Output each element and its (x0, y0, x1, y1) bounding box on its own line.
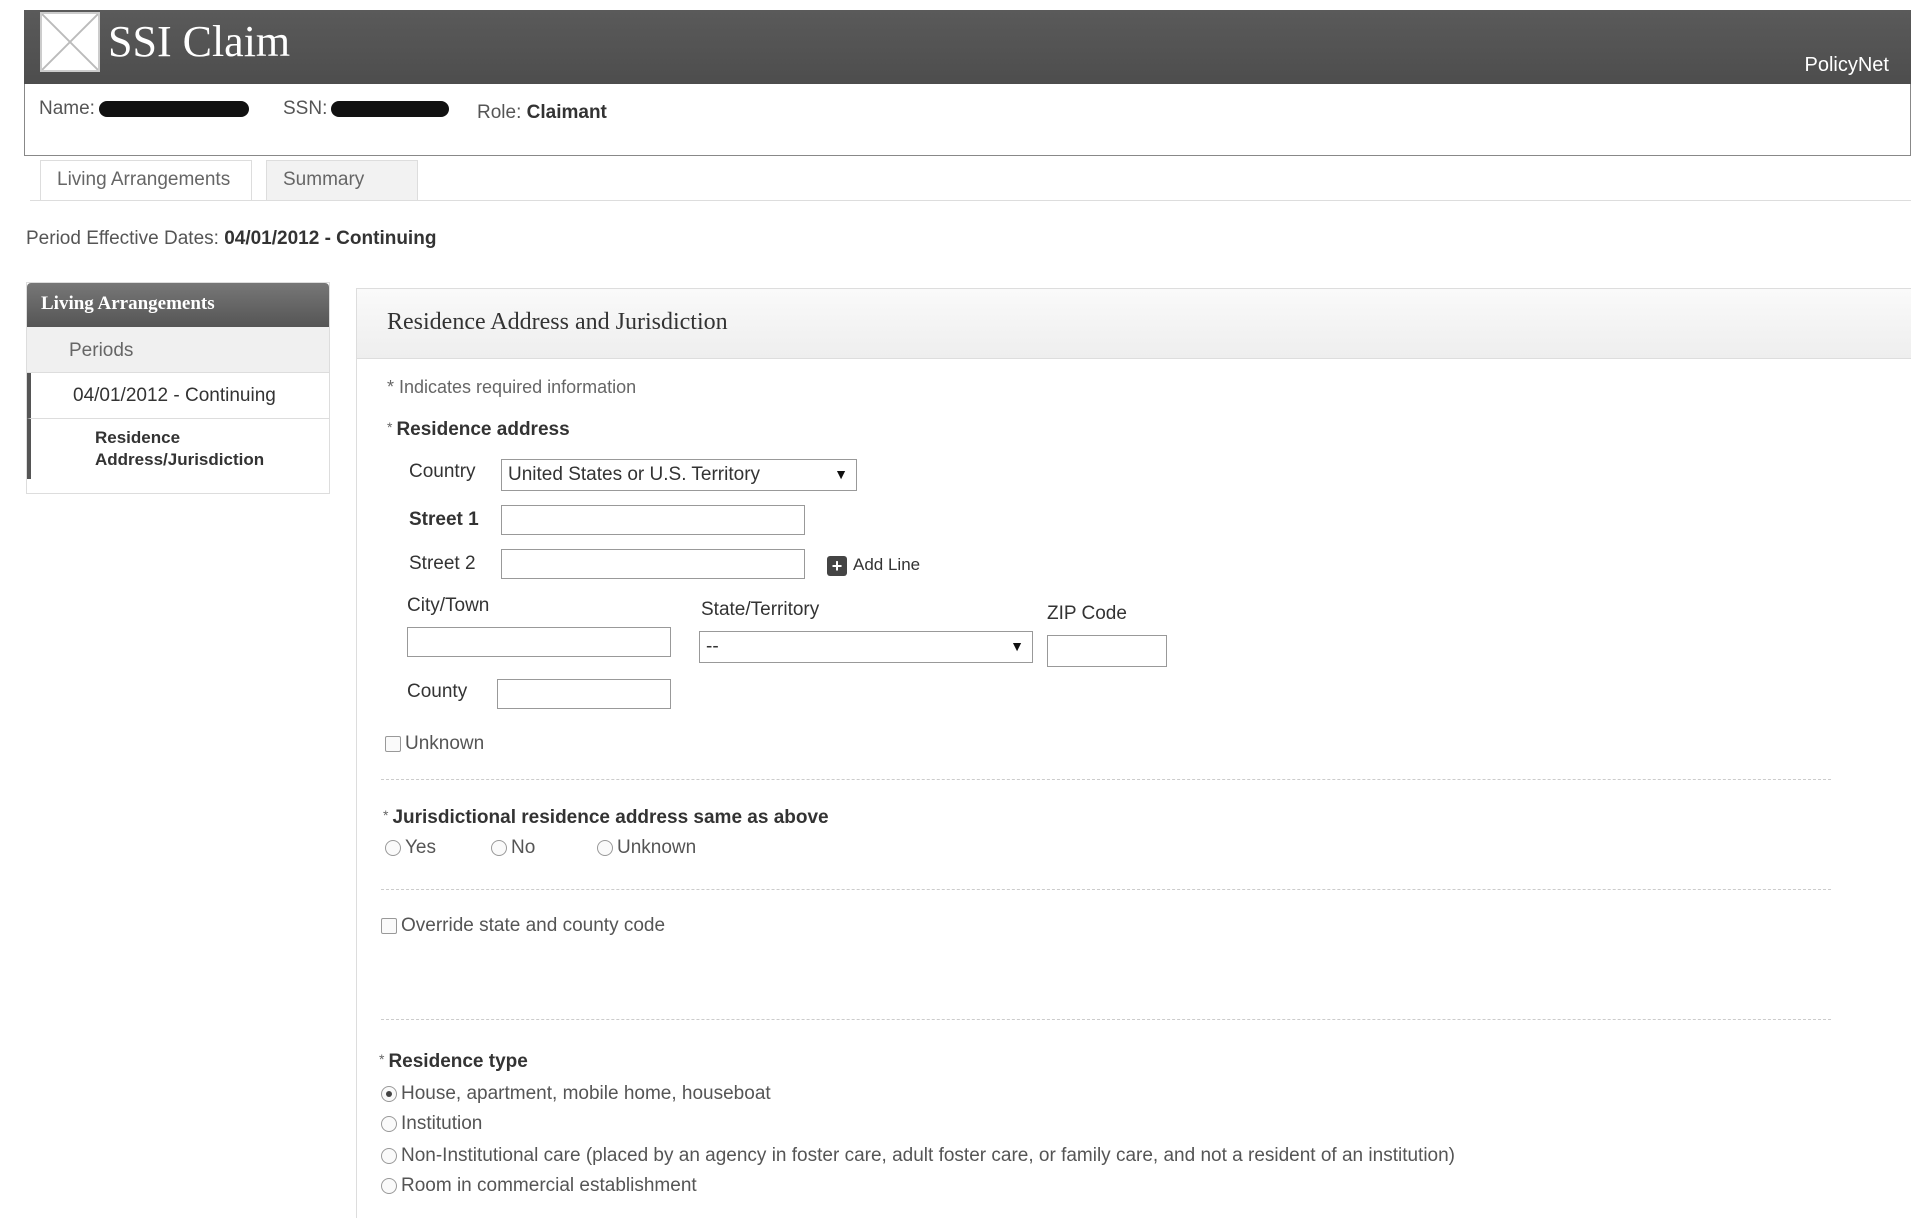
app-title: SSI Claim (108, 17, 291, 66)
redacted-ssn (331, 100, 450, 117)
state-value: -- (706, 636, 719, 657)
plus-icon: + (827, 555, 847, 576)
street2-label: Street 2 (409, 553, 476, 574)
nav-heading: Living Arrangements (27, 283, 329, 327)
claimant-name-field: Name: (39, 98, 249, 120)
county-label: County (407, 681, 468, 702)
checkbox-icon (385, 735, 401, 752)
city-label: City/Town (407, 595, 490, 616)
street1-label: Street 1 (409, 509, 479, 530)
radio-icon (381, 1177, 397, 1194)
claimant-ssn-field: SSN: (283, 98, 450, 120)
country-select[interactable]: United States or U.S. Territory ▼ (501, 459, 857, 491)
role-field: Role: Claimant (477, 102, 607, 124)
radio-icon (491, 839, 507, 856)
jurisdiction-radio-no[interactable]: No (491, 837, 535, 859)
section-divider (381, 1019, 1831, 1020)
jurisdiction-heading: * Jurisdictional residence address same a… (383, 807, 829, 828)
radio-selected-icon (381, 1085, 397, 1102)
country-value: United States or U.S. Territory (508, 464, 761, 485)
city-input[interactable] (407, 627, 671, 657)
nav-period-item[interactable]: 04/01/2012 - Continuing (27, 373, 329, 419)
radio-icon (597, 839, 613, 856)
override-label: Override state and county code (401, 915, 666, 936)
role-value: Claimant (526, 102, 607, 123)
checkbox-icon (381, 917, 397, 934)
left-navigation: Living Arrangements Periods 04/01/2012 -… (26, 282, 330, 494)
residence-type-radio-house[interactable]: House, apartment, mobile home, houseboat (381, 1083, 771, 1105)
add-line-button[interactable]: + Add Line (827, 555, 920, 576)
add-line-label: Add Line (853, 555, 921, 574)
nav-periods[interactable]: Periods (27, 327, 329, 373)
claimant-id-bar: Name: SSN: Role: Claimant (24, 84, 1911, 156)
period-label: Period Effective Dates: (26, 228, 219, 249)
dropdown-arrow-icon: ▼ (834, 466, 848, 482)
zip-input[interactable] (1047, 635, 1167, 667)
residence-type-radio-non-institutional[interactable]: Non-Institutional care (placed by an age… (381, 1145, 1455, 1167)
tab-divider (30, 200, 1911, 201)
section-divider (381, 889, 1831, 890)
nav-sub-line2: Address/Jurisdiction (95, 450, 265, 469)
country-label: Country (409, 461, 476, 482)
override-checkbox[interactable]: Override state and county code (381, 915, 665, 937)
state-label: State/Territory (701, 599, 820, 620)
residence-type-radio-institution[interactable]: Institution (381, 1113, 482, 1135)
panel-title: Residence Address and Jurisdiction (357, 289, 1911, 359)
unknown-label: Unknown (405, 733, 485, 754)
residence-type-heading: * Residence type (379, 1051, 528, 1072)
unknown-checkbox[interactable]: Unknown (385, 733, 484, 755)
street2-input[interactable] (501, 549, 805, 579)
radio-icon (385, 839, 401, 856)
name-label: Name: (39, 98, 95, 119)
tab-summary[interactable]: Summary (266, 160, 418, 200)
state-select[interactable]: -- ▼ (699, 631, 1033, 663)
tab-living-arrangements[interactable]: Living Arrangements (40, 160, 252, 200)
role-label: Role: (477, 102, 522, 123)
nav-residence-address-jurisdiction[interactable]: Residence Address/Jurisdiction (27, 419, 329, 479)
county-input[interactable] (497, 679, 671, 709)
main-panel: Residence Address and Jurisdiction * Ind… (356, 288, 1911, 1218)
redacted-name (98, 100, 249, 117)
jurisdiction-radio-yes[interactable]: Yes (385, 837, 436, 859)
residence-address-heading: * Residence address (387, 419, 570, 440)
section-divider (381, 779, 1831, 780)
period-effective-dates: Period Effective Dates: 04/01/2012 - Con… (26, 228, 436, 250)
radio-icon (381, 1115, 397, 1132)
period-status: - Continuing (324, 228, 437, 249)
zip-label: ZIP Code (1047, 603, 1127, 624)
residence-type-radio-room[interactable]: Room in commercial establishment (381, 1175, 697, 1197)
period-dates: 04/01/2012 (224, 228, 320, 249)
dropdown-arrow-icon: ▼ (1010, 638, 1024, 654)
required-note: * Indicates required information (387, 377, 637, 397)
radio-icon (381, 1147, 397, 1164)
ssn-label: SSN: (283, 98, 328, 119)
brand-label: PolicyNet (1804, 54, 1889, 76)
placeholder-logo-icon (40, 12, 100, 72)
jurisdiction-radio-unknown[interactable]: Unknown (597, 837, 696, 859)
street1-input[interactable] (501, 505, 805, 535)
nav-sub-line1: Residence (95, 428, 181, 447)
